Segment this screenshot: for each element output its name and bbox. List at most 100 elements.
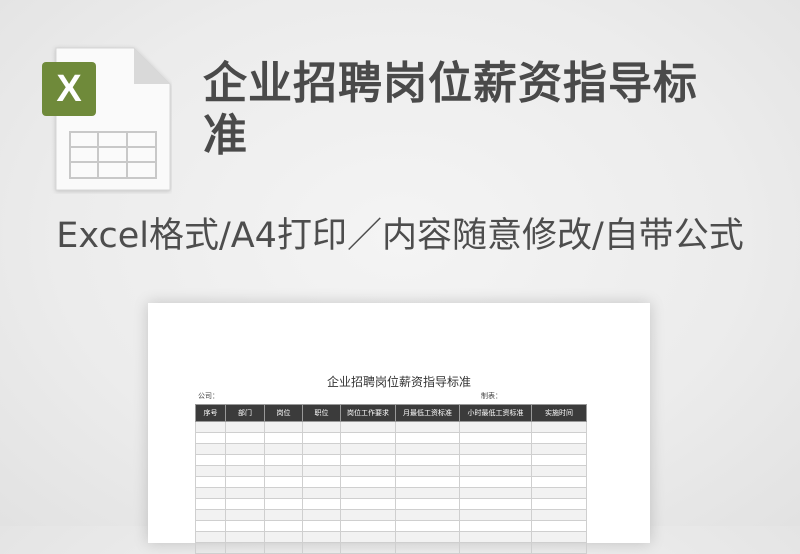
table-cell <box>302 520 341 532</box>
table-cell <box>264 509 303 521</box>
table-cell <box>340 531 396 543</box>
table-cell <box>302 509 341 521</box>
table-cell <box>264 432 303 444</box>
table-cell <box>340 421 396 433</box>
table-cell <box>340 432 396 444</box>
column-header: 部门 <box>225 404 265 422</box>
table-cell <box>531 454 587 466</box>
column-header: 实施时间 <box>531 404 587 422</box>
salary-table: 序号 部门 岗位 职位 岗位工作要求 月最低工资标准 小时最低工资标准 实施时间 <box>195 404 587 554</box>
table-cell <box>340 520 396 532</box>
table-cell <box>459 476 532 488</box>
table-cell <box>225 542 265 554</box>
table-cell <box>302 432 341 444</box>
table-cell <box>531 531 587 543</box>
table-cell <box>195 443 226 455</box>
table-cell <box>264 454 303 466</box>
excel-file-icon: X <box>42 44 172 194</box>
table-cell <box>531 465 587 477</box>
table-row <box>195 432 587 444</box>
table-cell <box>531 520 587 532</box>
table-cell <box>195 498 226 510</box>
table-cell <box>264 465 303 477</box>
table-body <box>195 421 587 554</box>
table-cell <box>195 476 226 488</box>
table-cell <box>264 487 303 499</box>
table-cell <box>225 531 265 543</box>
table-cell <box>302 531 341 543</box>
table-cell <box>459 498 532 510</box>
table-row <box>195 465 587 477</box>
table-row <box>195 509 587 521</box>
table-row <box>195 520 587 532</box>
table-row <box>195 476 587 488</box>
table-cell <box>195 531 226 543</box>
table-cell <box>395 465 460 477</box>
table-cell <box>395 531 460 543</box>
table-cell <box>459 432 532 444</box>
table-cell <box>395 421 460 433</box>
document-preview: 企业招聘岗位薪资指导标准 公司： 制表： 序号 部门 岗位 职位 岗位工作要求 … <box>148 303 650 554</box>
table-cell <box>195 520 226 532</box>
table-cell <box>225 432 265 444</box>
table-cell <box>531 487 587 499</box>
table-cell <box>225 498 265 510</box>
table-cell <box>302 454 341 466</box>
table-cell <box>531 432 587 444</box>
table-cell <box>459 443 532 455</box>
table-cell <box>459 487 532 499</box>
table-cell <box>302 476 341 488</box>
table-cell <box>302 542 341 554</box>
banner-title: 企业招聘岗位薪资指导标准 <box>203 58 698 161</box>
column-header: 序号 <box>195 404 226 422</box>
table-row <box>195 498 587 510</box>
table-cell <box>340 509 396 521</box>
table-cell <box>340 454 396 466</box>
table-cell <box>225 443 265 455</box>
table-header-row: 序号 部门 岗位 职位 岗位工作要求 月最低工资标准 小时最低工资标准 实施时间 <box>195 404 587 422</box>
table-cell <box>302 443 341 455</box>
table-cell <box>264 443 303 455</box>
table-cell <box>395 509 460 521</box>
table-cell <box>264 520 303 532</box>
table-cell <box>225 476 265 488</box>
table-cell <box>340 542 396 554</box>
table-cell <box>531 421 587 433</box>
table-cell <box>340 443 396 455</box>
table-cell <box>340 465 396 477</box>
table-cell <box>531 542 587 554</box>
table-cell <box>195 542 226 554</box>
company-label: 公司： <box>198 392 219 400</box>
table-cell <box>531 443 587 455</box>
table-cell <box>395 443 460 455</box>
table-cell <box>531 476 587 488</box>
excel-badge-letter: X <box>56 68 82 110</box>
table-cell <box>395 498 460 510</box>
table-cell <box>302 421 341 433</box>
table-cell <box>302 498 341 510</box>
banner-subtitle: Excel格式/A4打印／内容随意修改/自带公式 <box>56 216 744 256</box>
column-header: 岗位工作要求 <box>340 404 396 422</box>
column-header: 职位 <box>302 404 341 422</box>
table-cell <box>395 476 460 488</box>
table-cell <box>264 531 303 543</box>
table-cell <box>459 542 532 554</box>
table-cell <box>195 432 226 444</box>
table-cell <box>302 465 341 477</box>
table-cell <box>225 465 265 477</box>
table-row <box>195 454 587 466</box>
table-row <box>195 487 587 499</box>
table-cell <box>459 509 532 521</box>
table-row <box>195 421 587 433</box>
table-cell <box>395 520 460 532</box>
table-cell <box>264 498 303 510</box>
table-cell <box>225 421 265 433</box>
table-cell <box>264 476 303 488</box>
table-cell <box>531 509 587 521</box>
column-header: 岗位 <box>264 404 303 422</box>
table-cell <box>395 487 460 499</box>
table-row <box>195 531 587 543</box>
table-cell <box>395 454 460 466</box>
table-cell <box>340 498 396 510</box>
table-cell <box>195 509 226 521</box>
